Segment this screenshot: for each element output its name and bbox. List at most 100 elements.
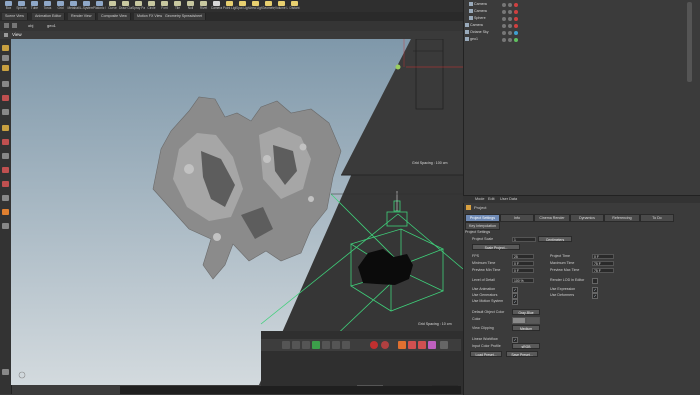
menu-user-data[interactable]: User Data — [500, 197, 517, 201]
rotate-tool-icon[interactable] — [2, 65, 9, 71]
shelf-tool-null[interactable]: Null — [184, 1, 197, 11]
menu-icon[interactable] — [4, 33, 8, 37]
visibility-icon[interactable] — [502, 37, 506, 42]
snap-tool-icon[interactable] — [2, 153, 9, 159]
use-deformers-checkbox[interactable]: ✓ — [592, 293, 598, 299]
lasso-tool-icon[interactable] — [2, 181, 9, 187]
scale-tool-icon[interactable] — [2, 81, 9, 87]
shelf-tool-curve[interactable]: Curve — [106, 1, 119, 11]
render-visibility-icon[interactable] — [508, 2, 512, 7]
path-geo[interactable]: geo1 — [47, 23, 56, 28]
shelf-tool-area-light[interactable]: Area Light — [249, 1, 262, 11]
render-visibility-icon[interactable] — [508, 37, 512, 42]
brush-tool-icon[interactable] — [2, 125, 9, 131]
prev-key-icon[interactable] — [292, 341, 300, 349]
time-scrubber[interactable] — [120, 386, 461, 394]
shelf-tool-tube[interactable]: Tube — [28, 1, 41, 11]
preview-max-field[interactable]: 75 F — [592, 268, 614, 273]
shelf-tool-metaball[interactable]: Metaball — [67, 1, 80, 11]
color-slider[interactable] — [526, 317, 540, 324]
go-end-icon[interactable] — [342, 341, 350, 349]
forward-arrow-icon[interactable] — [12, 23, 17, 28]
scale-project-button[interactable]: Scale Project... — [472, 244, 520, 250]
shelf-tool-sphere[interactable]: Sphere — [15, 1, 28, 11]
visibility-icon[interactable] — [502, 9, 506, 14]
render-visibility-icon[interactable] — [508, 23, 512, 28]
view-tool-icon[interactable] — [2, 195, 9, 201]
record-icon[interactable] — [370, 341, 378, 349]
shelf-tool-distant[interactable]: Distant — [288, 1, 301, 11]
tab-composite-view[interactable]: Composite View — [98, 13, 131, 20]
min-time-field[interactable]: 0 F — [512, 261, 534, 266]
tag-icon[interactable] — [514, 2, 518, 7]
shelf-tool-spot-light[interactable]: Spot Light — [236, 1, 249, 11]
outliner-item[interactable]: geo1 — [464, 36, 686, 43]
record-tool-icon[interactable] — [2, 167, 9, 173]
timeline-menu-icon[interactable] — [440, 341, 448, 349]
max-time-field[interactable]: 75 F — [592, 261, 614, 266]
tag-icon[interactable] — [514, 37, 518, 42]
render-visibility-icon[interactable] — [508, 9, 512, 14]
save-preset-button[interactable]: Save Preset... — [506, 351, 538, 357]
project-scale-unit-select[interactable]: Centimeters — [538, 236, 572, 242]
menu-edit[interactable]: Edit — [488, 197, 495, 201]
fps-field[interactable]: 25 — [512, 254, 534, 259]
shelf-tool-volume-light[interactable]: Volume Light — [275, 1, 288, 11]
use-motion-checkbox[interactable]: ✓ — [512, 299, 518, 305]
tab-key-interpolation[interactable]: Key Interpolation — [465, 222, 500, 230]
project-scale-field[interactable]: 1 — [512, 237, 536, 242]
outliner-item[interactable]: Camera — [464, 8, 686, 15]
settings-icon[interactable] — [2, 369, 9, 375]
key-param-icon[interactable] — [428, 341, 436, 349]
shelf-tool-camera[interactable]: Camera — [210, 1, 223, 11]
prev-frame-icon[interactable] — [302, 341, 310, 349]
tab-info[interactable]: Info — [500, 214, 534, 222]
tag-icon[interactable] — [514, 23, 518, 28]
load-preset-button[interactable]: Load Preset... — [470, 351, 502, 357]
tab-geometry-spreadsheet[interactable]: Geometry Spreadsheet — [162, 13, 207, 20]
view-clipping-select[interactable]: Medium — [512, 325, 540, 331]
shelf-tool-font[interactable]: Font — [158, 1, 171, 11]
shelf-tool-draw-curve[interactable]: Draw Curve — [119, 1, 132, 11]
shelf-tool-l-system[interactable]: L-System — [80, 1, 93, 11]
autokey-icon[interactable] — [381, 341, 389, 349]
tab-render-view[interactable]: Render View — [68, 13, 96, 20]
tag-icon[interactable] — [514, 30, 518, 35]
go-start-icon[interactable] — [282, 341, 290, 349]
lod-field[interactable]: 100 % — [512, 278, 534, 283]
tag-icon[interactable] — [514, 16, 518, 21]
color-swatch[interactable] — [512, 317, 526, 324]
input-color-select[interactable]: sRGB — [512, 343, 540, 349]
tab-dynamics[interactable]: Dynamics — [570, 214, 604, 222]
select-tool-icon[interactable] — [2, 45, 9, 51]
move-tool-icon[interactable] — [2, 55, 9, 61]
render-lod-checkbox[interactable] — [592, 278, 598, 284]
visibility-icon[interactable] — [502, 16, 506, 21]
shelf-tool-box[interactable]: Box — [2, 1, 15, 11]
shelf-tool-geometry-l[interactable]: Geometry L — [262, 1, 275, 11]
render-visibility-icon[interactable] — [508, 16, 512, 21]
outliner-item[interactable]: Camera — [464, 22, 686, 29]
visibility-icon[interactable] — [502, 2, 506, 7]
pose-tool-icon[interactable] — [2, 109, 9, 115]
magnet-tool-icon[interactable] — [2, 139, 9, 145]
tab-scene-view[interactable]: Scene View — [2, 13, 28, 20]
tab-referencing[interactable]: Referencing — [604, 214, 640, 222]
tab-animation-editor[interactable]: Animation Editor — [32, 13, 66, 20]
visibility-icon[interactable] — [502, 23, 506, 28]
shelf-tool-torus[interactable]: Torus — [41, 1, 54, 11]
shelf-tool-platonic-sol[interactable]: Platonic Sol — [93, 1, 106, 11]
tag-icon[interactable] — [514, 9, 518, 14]
tab-to-do[interactable]: To Do — [640, 214, 674, 222]
shelf-tool-rivet[interactable]: Rivet — [197, 1, 210, 11]
render-tool-icon[interactable] — [2, 209, 9, 215]
key-position-icon[interactable] — [408, 341, 416, 349]
shelf-tool-spray-paint[interactable]: Spray Paint — [132, 1, 145, 11]
outliner-scrollbar[interactable] — [687, 2, 692, 82]
play-icon[interactable] — [312, 341, 320, 349]
preview-min-field[interactable]: 0 F — [512, 268, 534, 273]
key-rotation-icon[interactable] — [398, 341, 406, 349]
outliner-item[interactable]: Octane Sky — [464, 29, 686, 36]
tab-project-settings[interactable]: Project Settings — [465, 214, 500, 222]
shelf-tool-circle[interactable]: Circle — [145, 1, 158, 11]
